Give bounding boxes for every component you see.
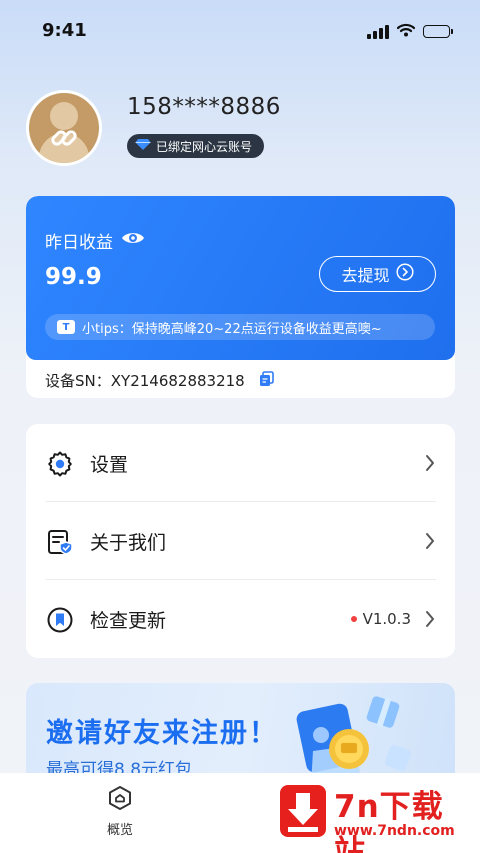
status-bar: 9:41	[0, 0, 480, 60]
menu-item-label: 关于我们	[90, 531, 167, 554]
tab-overview[interactable]: 概览	[96, 785, 144, 838]
diamond-icon	[135, 138, 151, 154]
tips-bar: T 小tips：保持晚高峰20~22点运行设备收益更高噢~	[45, 314, 435, 340]
earnings-card: 昨日收益 99.9 去提现 T 小tips：保持晚高峰20~22点运行设备收益更…	[26, 196, 455, 398]
chevron-circle-right-icon	[395, 262, 414, 286]
sn-label: 设备SN：	[45, 372, 111, 390]
withdraw-label: 去提现	[341, 268, 390, 285]
gear-icon	[46, 450, 74, 478]
menu-item-settings[interactable]: 设置	[26, 424, 455, 502]
cellular-signal-icon	[367, 24, 389, 39]
chevron-right-icon	[425, 610, 435, 632]
version-indicator: V1.0.3	[350, 610, 411, 628]
tips-text: 小tips：保持晚高峰20~22点运行设备收益更高噢~	[82, 321, 382, 337]
bind-status-badge: 已绑定网心云账号	[127, 134, 265, 158]
phone-number: 158****8886	[127, 94, 281, 120]
update-dot	[350, 616, 357, 622]
download-logo-icon	[280, 785, 326, 837]
chevron-right-icon	[425, 532, 435, 554]
menu-item-label: 设置	[90, 453, 129, 476]
earnings-label: 昨日收益	[45, 233, 113, 253]
bind-badge-label: 已绑定网心云账号	[156, 139, 253, 154]
menu-card: 设置 关于我们 检查更新 V1.0.3	[26, 424, 455, 658]
chevron-right-icon	[425, 454, 435, 476]
home-hexagon-icon	[107, 785, 133, 815]
tips-icon: T	[57, 320, 75, 334]
sn-value: XY214682883218	[110, 372, 245, 390]
menu-item-about[interactable]: 关于我们	[26, 502, 455, 580]
withdraw-button[interactable]: 去提现	[319, 256, 436, 292]
document-shield-icon	[46, 528, 74, 556]
avatar[interactable]	[26, 90, 102, 166]
eye-icon[interactable]	[121, 230, 145, 251]
device-sn-row: 设备SN：XY214682883218	[45, 370, 274, 391]
battery-icon	[423, 25, 453, 38]
earnings-value: 99.9	[45, 264, 102, 290]
tab-label: 概览	[106, 823, 133, 838]
menu-item-label: 检查更新	[90, 609, 167, 632]
wifi-icon	[396, 22, 416, 41]
menu-item-check-update[interactable]: 检查更新 V1.0.3	[26, 580, 455, 658]
watermark: 7n下载站 www.7ndn.com	[280, 783, 470, 853]
invite-title: 邀请好友来注册！	[46, 718, 278, 749]
status-time: 9:41	[42, 20, 87, 41]
copy-icon[interactable]	[259, 370, 274, 391]
watermark-url: www.7ndn.com	[334, 823, 455, 839]
bookmark-circle-icon	[46, 606, 74, 634]
version-text: V1.0.3	[362, 610, 411, 628]
watermark-title: 7n下载站	[334, 789, 444, 853]
earnings-panel: 昨日收益 99.9 去提现 T 小tips：保持晚高峰20~22点运行设备收益更…	[26, 196, 455, 360]
link-icon	[49, 123, 79, 157]
status-icons	[367, 22, 453, 41]
earnings-label-row: 昨日收益	[45, 228, 145, 253]
profile-header: 158****8886 已绑定网心云账号	[26, 90, 456, 170]
